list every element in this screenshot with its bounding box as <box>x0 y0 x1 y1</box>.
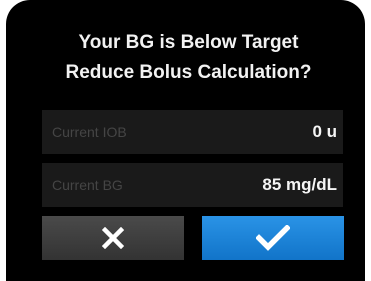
device-frame: Your BG is Below Target Reduce Bolus Cal… <box>6 0 365 281</box>
row-current-bg: Current BG 85 mg/dL <box>42 163 343 207</box>
dialog-title: Your BG is Below Target Reduce Bolus Cal… <box>34 28 343 88</box>
current-iob-value: 0 u <box>312 122 337 141</box>
info-table: Current IOB 0 u Current BG 85 mg/dL <box>42 110 343 216</box>
checkmark-icon <box>256 225 290 251</box>
title-line-2: Reduce Bolus Calculation? <box>65 62 312 83</box>
current-iob-label: Current IOB <box>52 124 127 140</box>
title-line-1: Your BG is Below Target <box>78 32 299 53</box>
cancel-button[interactable] <box>42 216 184 260</box>
dialog-screen: Your BG is Below Target Reduce Bolus Cal… <box>34 22 344 280</box>
current-bg-label: Current BG <box>52 177 123 193</box>
confirm-button[interactable] <box>202 216 344 260</box>
x-icon <box>102 227 124 249</box>
current-bg-value: 85 mg/dL <box>262 175 337 194</box>
row-current-iob: Current IOB 0 u <box>42 110 343 154</box>
